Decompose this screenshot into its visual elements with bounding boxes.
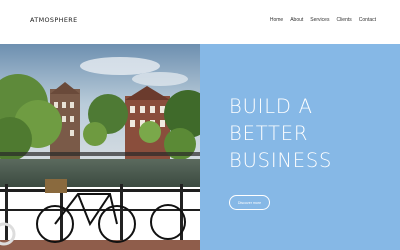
site-logo[interactable]: ATMOSPHERE [30, 16, 78, 24]
nav-contact[interactable]: Contact [359, 17, 376, 23]
site-header: ATMOSPHERE Home About Services Clients C… [0, 0, 400, 44]
discover-more-button[interactable]: Discover more [229, 195, 270, 210]
nav-clients[interactable]: Clients [336, 17, 351, 23]
hero-photo [0, 44, 200, 250]
nav-about[interactable]: About [290, 17, 303, 23]
hero-panel: BUILD A BETTER BUSINESS Discover more [200, 44, 400, 250]
nav-services[interactable]: Services [310, 17, 329, 23]
main-nav: Home About Services Clients Contact [270, 17, 376, 23]
hero-title: BUILD A BETTER BUSINESS [229, 95, 333, 172]
nav-home[interactable]: Home [270, 17, 283, 23]
